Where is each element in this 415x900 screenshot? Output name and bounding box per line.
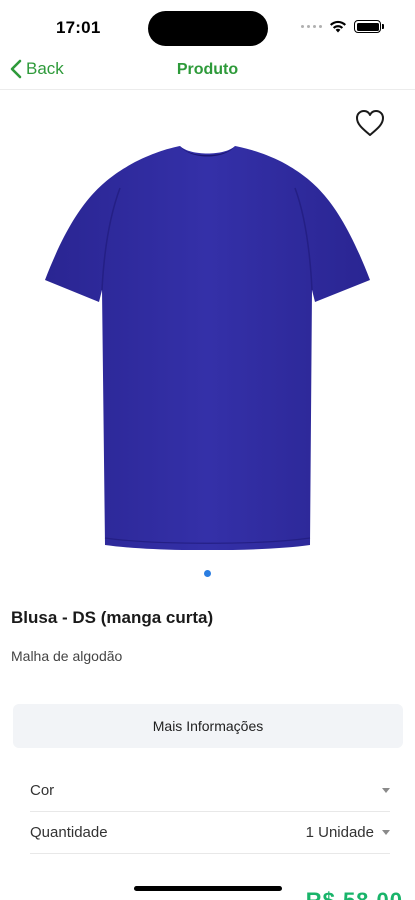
home-indicator[interactable] [134, 886, 282, 891]
dynamic-island [148, 11, 268, 46]
heart-outline-icon [356, 110, 384, 136]
status-time: 17:01 [56, 18, 101, 37]
page-title: Produto [176, 61, 239, 78]
product-subtitle: Malha de algodão [11, 648, 123, 664]
product-title: Blusa - DS (manga curta) [11, 608, 214, 627]
battery-icon [354, 20, 384, 33]
color-select-label: Cor [30, 782, 55, 799]
more-info-button[interactable]: Mais Informações [13, 704, 403, 748]
caret-down-icon [382, 830, 390, 835]
favorite-button[interactable] [354, 108, 386, 138]
quantity-select[interactable]: Quantidade 1 Unidade [30, 812, 390, 854]
caret-down-icon [382, 788, 390, 793]
navigation-bar: Back Produto [0, 54, 415, 90]
status-bar: 17:01 [0, 0, 415, 54]
color-select[interactable]: Cor [30, 770, 390, 812]
product-image[interactable] [40, 140, 375, 550]
pager-dot-active[interactable] [204, 570, 211, 577]
price-label: R$ 58,00 [306, 888, 403, 900]
cellular-signal-icon [301, 25, 322, 28]
wifi-icon [330, 20, 346, 33]
product-screen: 17:01 Back Produto Blusa - DS (manga cur… [0, 0, 415, 900]
color-select-value [374, 788, 390, 793]
status-icons [301, 20, 384, 33]
image-pager [0, 570, 415, 577]
quantity-select-value: 1 Unidade [306, 824, 390, 841]
quantity-select-label: Quantidade [30, 824, 108, 841]
